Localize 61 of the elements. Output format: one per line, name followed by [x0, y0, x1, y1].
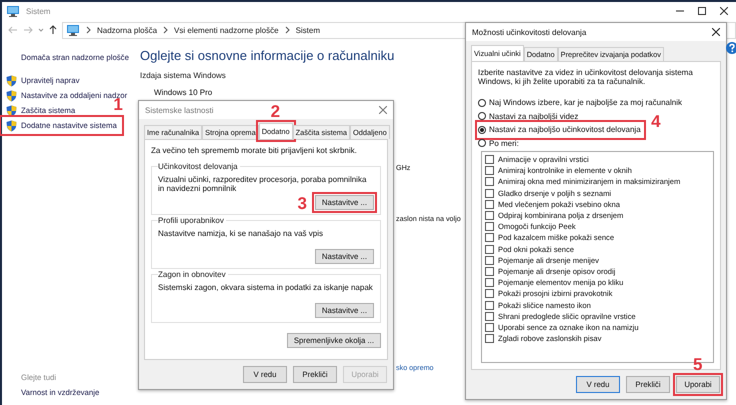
maximize-icon[interactable] [698, 7, 706, 15]
option-label[interactable]: Nastavi za najboljši videz [489, 112, 578, 121]
shield-icon [6, 74, 17, 86]
option-label[interactable]: Po meri: [489, 138, 519, 148]
chevron-icon [163, 26, 168, 34]
option-label[interactable]: Nastavi za najboljšo učinkovitost delovanja [489, 125, 641, 134]
callout-number: 2 [270, 103, 280, 120]
shield-icon [6, 90, 17, 102]
option-label[interactable]: Naj Windows izbere, kar je najboljše za moj računalnik [489, 98, 682, 108]
page-heading: Oglejte si osnovne informacije o računalniku [140, 48, 394, 63]
checkbox[interactable] [485, 300, 494, 310]
window-title: Sistem [26, 6, 50, 16]
checkbox[interactable] [485, 200, 494, 209]
checkbox[interactable] [485, 155, 494, 164]
callout-number: 4 [651, 113, 661, 130]
checkbox[interactable] [485, 289, 494, 298]
radio-button[interactable] [478, 98, 486, 107]
checkbox[interactable] [485, 222, 494, 232]
group-title: Učinkovitost delovanja [158, 162, 240, 171]
radio-button[interactable] [478, 112, 486, 120]
up-icon[interactable] [49, 25, 57, 35]
breadcrumb-item[interactable]: Nadzorna plošča [97, 26, 158, 34]
group-description: Vizualni učinki, razporeditev procesorja, poraba pomnilnika in navidezni pomnilnik [158, 175, 368, 195]
callout-number: 3 [298, 195, 307, 212]
checkbox[interactable] [485, 312, 494, 321]
shield-icon [6, 120, 17, 132]
group-description: Sistemski zagon, okvara sistema in podatki za iskanje napak [158, 283, 374, 294]
checkbox[interactable] [485, 322, 494, 332]
callout-number: 5 [693, 356, 702, 373]
group-title: Zagon in obnovitev [158, 270, 228, 279]
checkbox[interactable] [485, 266, 494, 276]
group-description: Nastavitve namizja, ki se nanašajo na vaš vpis [158, 229, 324, 240]
close-icon[interactable] [712, 28, 720, 36]
group-title: Profili uporabnikov [158, 216, 226, 225]
checkbox[interactable] [485, 188, 494, 198]
checkbox[interactable] [485, 256, 494, 265]
description-text: Izberite nastavitve za videz in učinkovitost delovanja sistema Windows, ki jih želite uporabiti za ta računalnik. [478, 68, 694, 86]
monitor-icon [66, 24, 80, 36]
checkbox[interactable] [485, 177, 494, 186]
dialog-title: Možnosti učinkovitosti delovanja [472, 28, 586, 36]
checkbox[interactable] [485, 334, 494, 344]
chevron-icon [284, 26, 290, 34]
section-label: Izdaja sistema Windows [140, 71, 226, 80]
dialog-title: Sistemske lastnosti [145, 106, 214, 114]
breadcrumb-item[interactable]: Sistem [296, 26, 320, 34]
checkbox[interactable] [485, 233, 494, 242]
dropdown-icon[interactable] [38, 27, 44, 33]
help-icon[interactable] [726, 42, 736, 54]
radio-button[interactable] [478, 139, 486, 148]
chevron-icon [86, 26, 91, 34]
checkbox[interactable] [485, 211, 494, 220]
checkbox[interactable] [485, 244, 494, 254]
checkbox[interactable] [485, 166, 494, 176]
shield-icon [6, 104, 17, 116]
close-icon[interactable] [720, 7, 728, 15]
monitor-icon [6, 5, 20, 17]
breadcrumb-item[interactable]: Vsi elementi nadzorne plošče [174, 26, 279, 34]
edition-text: Windows 10 Pro [153, 88, 212, 97]
note-text: Za večino teh sprememb morate biti prijavljeni kot skrbnik. [151, 146, 358, 155]
checkbox[interactable] [485, 278, 494, 288]
radio-button[interactable] [478, 126, 486, 134]
